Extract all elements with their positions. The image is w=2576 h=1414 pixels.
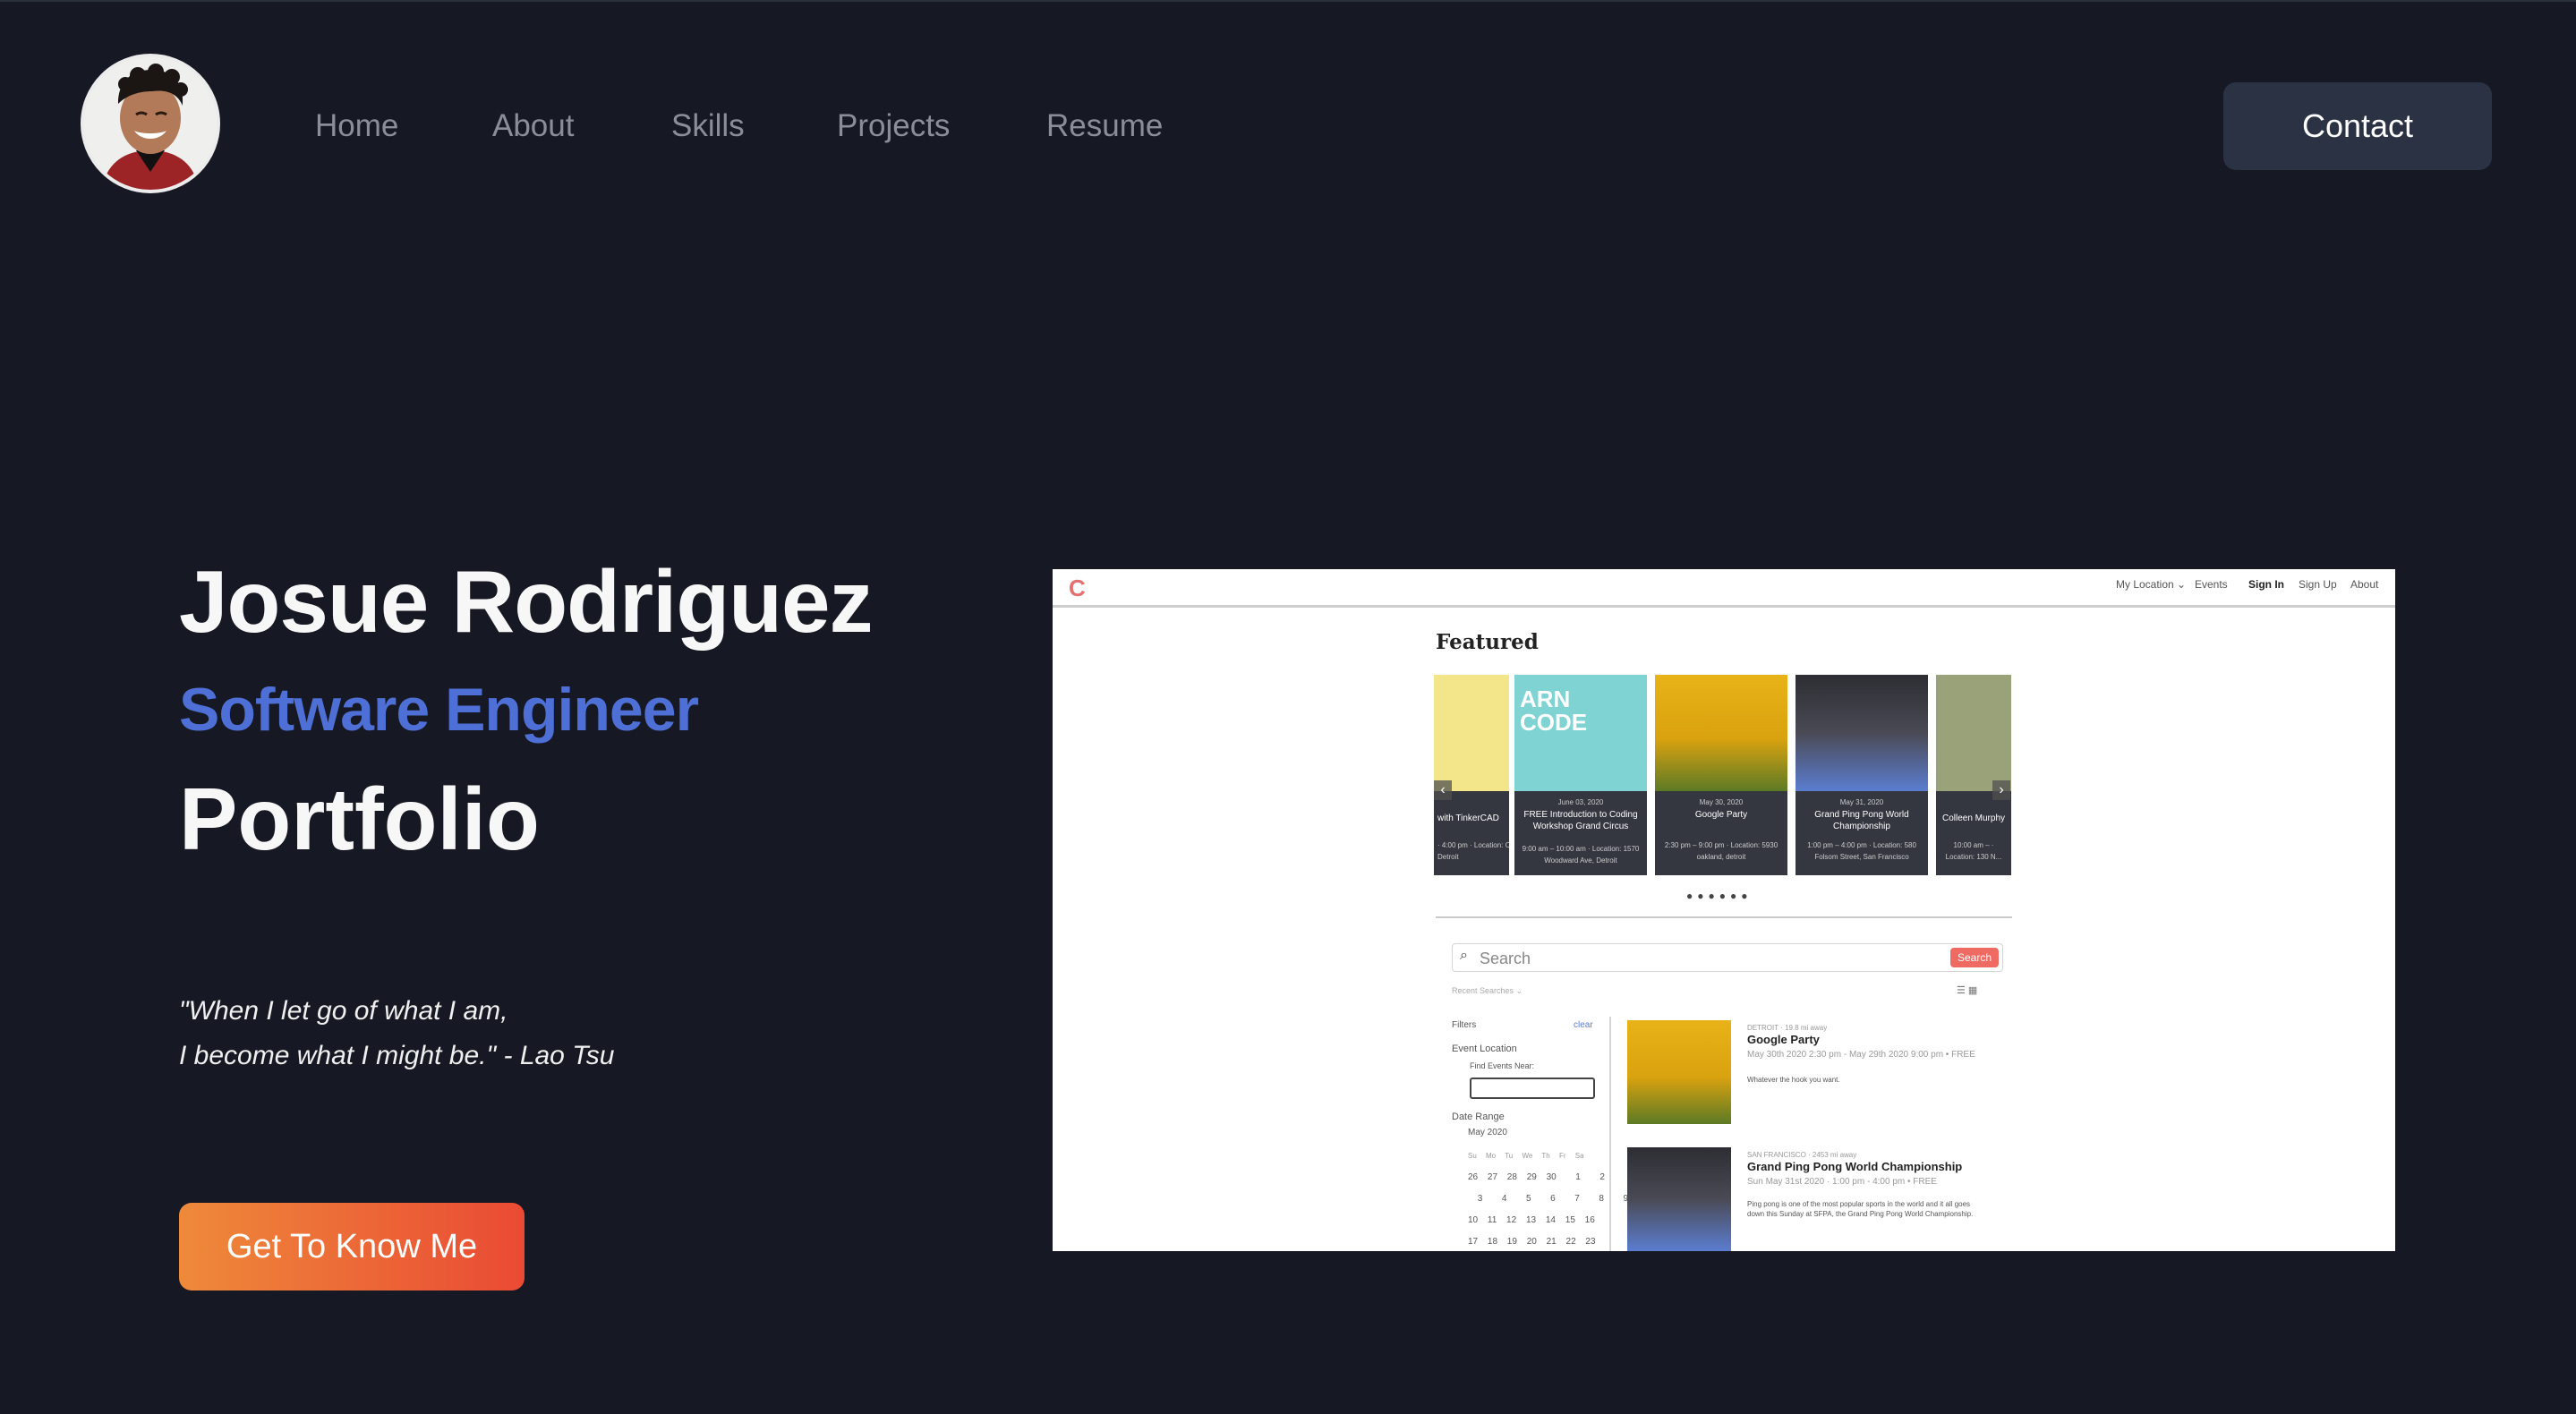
preview-nav-events: Events [2195,578,2228,591]
preview-search-bar[interactable]: ⌕ Search Search [1452,943,2003,972]
calendar-row: 3 4 5 6 7 8 9 [1468,1194,1629,1204]
profile-photo [84,57,217,190]
preview-card: May 30, 2020 Google Party 2:30 pm – 9:00… [1655,675,1787,875]
preview-nav-signup: Sign Up [2299,578,2337,591]
preview-card: May 31, 2020 Grand Ping Pong World Champ… [1796,675,1928,875]
preview-filters-label: Filters [1452,1020,1477,1030]
card-title: FREE Introduction to Coding Workshop Gra… [1523,810,1638,831]
hero-subtitle: Portfolio [179,770,540,868]
list-view-icon[interactable]: ☰ ▦ [1957,984,1977,996]
preview-card: ARN CODE June 03, 2020 FREE Introduction … [1514,675,1647,875]
top-border [0,0,2576,2]
preview-card: Colleen Murphy 10:00 am – · Location: 13… [1936,675,2011,875]
preview-event-location: Event Location [1452,1043,1517,1054]
preview-search-placeholder: Search [1480,950,1531,967]
get-to-know-me-button[interactable]: Get To Know Me [179,1203,525,1290]
search-icon: ⌕ [1460,948,1468,963]
event-description: Ping pong is one of the most popular spo… [1747,1200,1974,1218]
card-title: Colleen Murphy [1941,813,2006,823]
card-image [1936,675,2011,791]
card-meta: 9:00 am – 10:00 am · Location: 1570 Wood… [1522,845,1640,865]
card-meta: · 4:00 pm · Location: Coleman Avenue, De… [1437,841,1509,861]
preview-recent-searches: Recent Searches ⌄ [1452,986,1523,995]
calendar-days: Su Mo Tu We Th Fr Sa [1468,1152,1584,1160]
preview-navbar: C My Location ⌄ Events Sign In Sign Up A… [1053,569,2395,608]
nav-projects-link[interactable]: Projects [837,104,950,149]
event-image[interactable] [1627,1147,1731,1251]
carousel-prev-icon[interactable]: ‹ [1434,780,1452,800]
preview-location-input[interactable] [1470,1078,1595,1099]
preview-logo-icon: C [1069,575,1086,601]
card-date: May 30, 2020 [1699,798,1744,806]
quote-line-1: "When I let go of what I am, [179,996,508,1026]
hero-quote: "When I let go of what I am, I become wh… [179,989,614,1078]
nav-resume-link[interactable]: Resume [1046,104,1163,149]
preview-calendar[interactable]: Su Mo Tu We Th Fr Sa 26 27 28 29 30 1 2 … [1468,1146,1628,1251]
preview-nav-signin: Sign In [2248,578,2284,591]
carousel-dots[interactable]: ●●●●●● [1686,890,1753,902]
card-meta: 1:00 pm – 4:00 pm · Location: 580 Folsom… [1807,841,1916,861]
project-screenshot[interactable]: C My Location ⌄ Events Sign In Sign Up A… [1053,569,2395,1251]
preview-card: with TinkerCAD · 4:00 pm · Location: Col… [1434,675,1509,875]
preview-featured-heading: Featured [1436,630,1539,654]
preview-search-button[interactable]: Search [1950,948,1999,967]
card-image: ARN CODE [1514,675,1647,791]
carousel-next-icon[interactable]: › [1992,780,2010,800]
nav-home-link[interactable]: Home [315,104,398,149]
avatar[interactable] [81,54,220,193]
preview-find-near: Find Events Near: [1470,1061,1535,1070]
quote-line-2: I become what I might be." - Lao Tsu [179,1041,615,1070]
preview-sidebar-divider [1609,1017,1611,1251]
preview-nav-about: About [2350,578,2379,591]
nav-about-link[interactable]: About [492,104,574,149]
card-image [1796,675,1928,791]
preview-calendar-month: May 2020 [1468,1128,1507,1137]
preview-divider [1436,916,2012,918]
calendar-row: 17 18 19 20 21 22 23 [1468,1237,1596,1247]
preview-clear-link[interactable]: clear [1574,1020,1593,1030]
event-meta: May 30th 2020 2:30 pm - May 29th 2020 9:… [1747,1050,1975,1060]
nav-skills-link[interactable]: Skills [671,104,745,149]
event-description: Whatever the hook you want. [1747,1076,1840,1084]
calendar-row: 10 11 12 13 14 15 16 [1468,1215,1595,1225]
card-image [1655,675,1787,791]
card-date: May 31, 2020 [1839,798,1884,806]
event-title[interactable]: Grand Ping Pong World Championship [1747,1160,1962,1173]
contact-button[interactable]: Contact [2223,82,2492,170]
event-meta: Sun May 31st 2020 · 1:00 pm - 4:00 pm • … [1747,1177,1937,1187]
card-meta: 10:00 am – · Location: 130 N... [1945,841,2002,861]
card-title: with TinkerCAD [1437,813,1499,823]
card-date: June 03, 2020 [1557,798,1604,806]
event-title[interactable]: Google Party [1747,1033,1820,1046]
calendar-row: 26 27 28 29 30 1 2 [1468,1172,1605,1182]
hero-name: Josue Rodriguez [179,552,874,651]
event-image[interactable] [1627,1020,1731,1124]
preview-date-range: Date Range [1452,1112,1505,1122]
card-title: Grand Ping Pong World Championship [1814,810,1909,831]
card-image [1434,675,1509,791]
card-title: Google Party [1694,810,1748,820]
hero-role: Software Engineer [179,676,699,744]
preview-nav-location: My Location ⌄ [2116,578,2187,591]
card-meta: 2:30 pm – 9:00 pm · Location: 5930 oakla… [1664,841,1778,861]
